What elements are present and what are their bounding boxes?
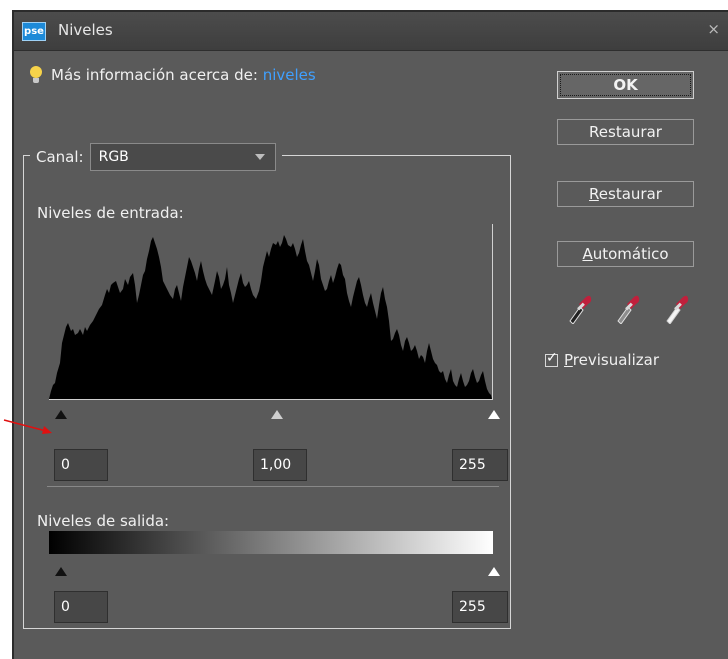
output-gradient-bar [49, 531, 493, 554]
input-black-field[interactable]: 0 [54, 449, 108, 481]
input-white-slider[interactable] [488, 410, 500, 419]
input-slider-track[interactable] [45, 405, 500, 421]
white-eyedropper-icon[interactable] [663, 294, 689, 324]
auto-button[interactable]: Automático [557, 241, 694, 267]
auto-label-rest: utomático [592, 245, 669, 263]
dropdown-arrow-icon [254, 154, 265, 160]
channel-header: Canal: RGB [30, 142, 282, 172]
preview-label: Previsualizar [564, 351, 659, 369]
close-icon[interactable]: × [707, 20, 720, 38]
preview-label-rest: revisualizar [572, 351, 659, 369]
output-white-slider[interactable] [488, 567, 500, 576]
histogram-shape [49, 235, 492, 399]
output-black-slider[interactable] [55, 567, 67, 576]
auto-mnemonic: A [582, 245, 593, 263]
output-levels-label: Niveles de salida: [37, 512, 170, 530]
histogram-edge [492, 224, 493, 400]
help-tip: Más información acerca de: niveles [51, 66, 316, 84]
reset-mnemonic: R [589, 185, 599, 203]
preview-checkbox-row[interactable]: Previsualizar [545, 350, 659, 369]
histogram [49, 235, 492, 399]
output-slider-track[interactable] [45, 563, 500, 579]
channel-dropdown[interactable]: RGB [89, 143, 276, 171]
reset-button[interactable]: Restaurar [557, 119, 694, 145]
histogram-baseline [49, 399, 493, 400]
reset-default-button[interactable]: Restaurar [557, 181, 694, 207]
input-white-field[interactable]: 255 [452, 449, 508, 481]
help-tip-label: Más información acerca de: [51, 66, 258, 84]
output-black-field[interactable]: 0 [54, 591, 108, 623]
input-gamma-field[interactable]: 1,00 [253, 449, 307, 481]
reset-label-rest: estaurar [598, 185, 662, 203]
annotation-arrow [3, 419, 52, 434]
title-bar[interactable]: pse Niveles × [14, 12, 728, 51]
channel-selected-value: RGB [98, 149, 129, 165]
preview-mnemonic: P [564, 351, 573, 369]
input-gamma-slider[interactable] [271, 410, 283, 419]
help-link[interactable]: niveles [263, 66, 316, 84]
output-white-field[interactable]: 255 [452, 591, 508, 623]
ok-button[interactable]: OK [557, 71, 694, 99]
levels-separator [47, 486, 499, 487]
dialog-title: Niveles [58, 21, 113, 39]
preview-checkbox[interactable] [545, 350, 558, 367]
gray-eyedropper-icon[interactable] [614, 294, 640, 324]
black-eyedropper-icon[interactable] [566, 294, 592, 324]
